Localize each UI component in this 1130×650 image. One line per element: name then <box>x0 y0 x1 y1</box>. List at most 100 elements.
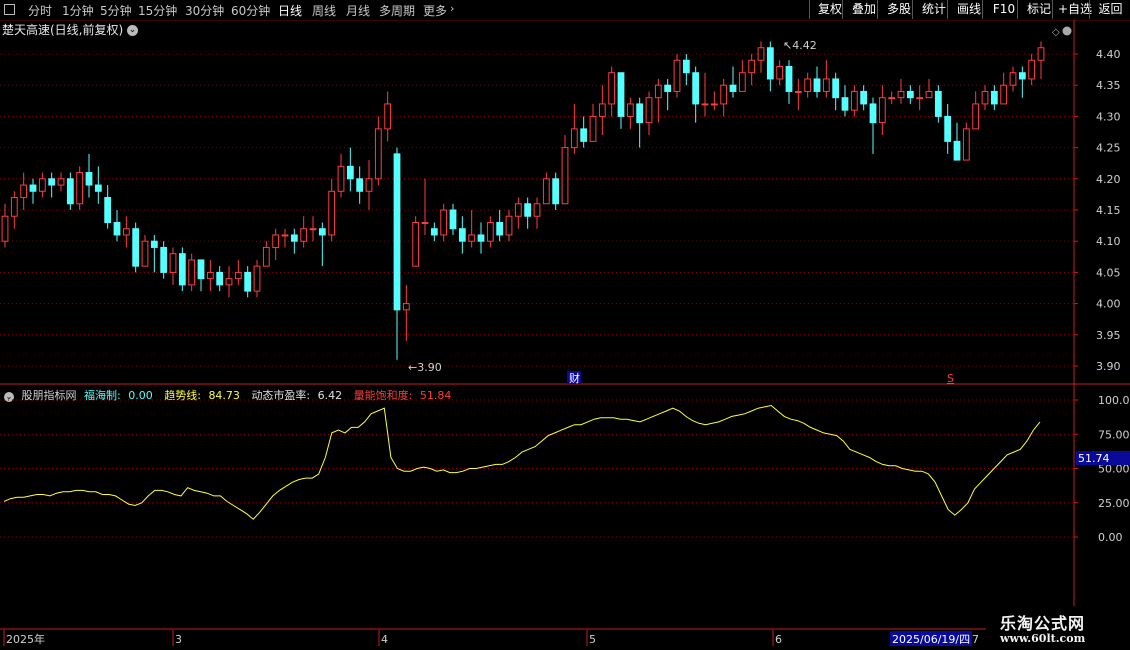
candle-body-up <box>1009 72 1017 86</box>
candle-body-up <box>804 78 812 92</box>
candle-body-up <box>561 147 569 205</box>
tab-monthly[interactable]: 月线 <box>346 2 370 19</box>
tab-60min[interactable]: 60分钟 <box>231 2 270 19</box>
candle-body-down <box>832 78 840 99</box>
candle-body-down <box>29 184 37 192</box>
indicator-tick-label: 0.00 <box>1098 531 1123 544</box>
indicator-tick-label: 75.00 <box>1098 428 1130 441</box>
tab-5min[interactable]: 5分钟 <box>100 2 132 19</box>
candle-body-down <box>150 240 158 248</box>
candle-body-up <box>608 72 616 105</box>
candle-body-up <box>514 203 522 217</box>
candle-body-up <box>141 240 149 267</box>
cai-marker-bg <box>567 371 581 384</box>
candle-body-up <box>1 215 9 242</box>
chevron-down-icon[interactable]: ⌄ <box>127 25 139 36</box>
current-value-label: 51.74 <box>1078 452 1110 465</box>
candle-body-up <box>328 190 336 236</box>
candle-body-up <box>738 72 746 92</box>
chevron-right-icon[interactable]: › <box>450 2 454 15</box>
candle-body-up <box>776 65 784 80</box>
candle-body-up <box>897 90 905 99</box>
candle-body-down <box>841 97 849 111</box>
diamond-icon: ◇ <box>1052 27 1060 38</box>
candle-body-up <box>720 84 728 105</box>
candle-body-up <box>262 246 270 267</box>
candle-body-up <box>337 165 345 192</box>
price-tick-label: 4.15 <box>1096 204 1121 217</box>
candle-body-up <box>272 234 280 248</box>
indicator-tick-label: 100.0 <box>1098 394 1130 407</box>
candle-body-up <box>598 103 606 117</box>
candle-body-up <box>1037 47 1045 61</box>
trend-label: 趋势线: <box>164 389 201 402</box>
candle-body-down <box>682 59 690 74</box>
pe-value: 6.42 <box>317 389 343 402</box>
candle-body-up <box>76 172 84 205</box>
fuhai-value: 0.00 <box>128 389 153 402</box>
top-toolbar: 分时 1分钟 5分钟 15分钟 30分钟 60分钟 日线 周线 月线 多周期 更… <box>0 0 1130 21</box>
tab-15min[interactable]: 15分钟 <box>138 2 177 19</box>
cursor-date-after: 7 <box>972 633 979 646</box>
candle-body-up <box>850 90 858 111</box>
indicator-name: 股朋指标网 <box>21 389 77 402</box>
price-tick-label: 4.00 <box>1096 298 1121 311</box>
candle-body-up <box>374 128 382 180</box>
candle-body-down <box>94 184 102 192</box>
s-marker: S <box>947 372 954 385</box>
tab-weekly[interactable]: 周线 <box>312 2 336 19</box>
candle-body-down <box>990 90 998 105</box>
candle-body-up <box>916 97 924 100</box>
menu-square-icon[interactable] <box>4 4 15 15</box>
candle-body-down <box>477 234 485 242</box>
candle-body-down <box>692 72 700 105</box>
candle-body-up <box>972 103 980 130</box>
candle-body-up <box>673 59 681 92</box>
candle-body-up <box>878 97 886 124</box>
trend-value: 84.73 <box>208 389 240 402</box>
candle-body-down <box>85 172 93 186</box>
candle-body-down <box>66 178 74 205</box>
trend-line <box>3 404 1041 520</box>
candle-body-up <box>206 271 214 280</box>
candle-body-down <box>580 128 588 142</box>
candle-body-up <box>38 178 46 192</box>
price-tick-label: 3.90 <box>1096 360 1121 373</box>
candle-body-up <box>626 103 634 117</box>
candle-body-up <box>122 228 130 236</box>
candle-body-down <box>944 115 952 142</box>
tab-multi-period[interactable]: 多周期 <box>379 2 415 19</box>
candle-body-up <box>486 221 494 242</box>
back-button[interactable]: 返回 <box>1089 0 1130 19</box>
candle-body-up <box>384 103 392 130</box>
chart-title: 楚天高速(日线,前复权) ⌄ <box>2 21 139 38</box>
tab-fenshi[interactable]: 分时 <box>28 2 52 19</box>
high-price-label: ↖4.42 <box>783 39 817 52</box>
candle-body-up <box>533 203 541 217</box>
price-tick-label: 4.05 <box>1096 266 1121 279</box>
candle-body-down <box>430 228 438 236</box>
candle-body-down <box>104 197 112 223</box>
candle-body-down <box>496 221 504 236</box>
candle-body-up <box>710 103 718 106</box>
candle-body-up <box>281 234 289 237</box>
candle-body-down <box>785 65 793 92</box>
tab-more[interactable]: 更多 <box>423 2 447 19</box>
tab-1min[interactable]: 1分钟 <box>62 2 94 19</box>
indicator-legend: ⌄ 股朋指标网 福海制: 0.00 趋势线: 84.73 动态市盈率: 6.42… <box>4 387 459 403</box>
candle-body-down <box>178 253 186 286</box>
stock-title: 楚天高速(日线,前复权) <box>2 23 124 37</box>
indicator-chevron-icon[interactable]: ⌄ <box>4 392 14 402</box>
candle-body-down <box>356 178 364 192</box>
candle-body-up <box>253 265 261 292</box>
candle-body-down <box>393 153 401 311</box>
candle-body-up <box>188 259 196 286</box>
candle-body-up <box>1028 59 1036 80</box>
candle-body-up <box>645 97 653 124</box>
tab-daily[interactable]: 日线 <box>278 2 302 19</box>
kline-chart[interactable]: 4.40 4.35 4.30 4.25 4.20 4.15 4.10 4.05 4.00 3.95… <box>0 0 1130 650</box>
tab-30min[interactable]: 30分钟 <box>185 2 224 19</box>
candle-body-down <box>197 259 205 280</box>
candle-body-down <box>813 78 821 92</box>
watermark: 乐淘公式网 www.60lt.com <box>986 606 1130 650</box>
